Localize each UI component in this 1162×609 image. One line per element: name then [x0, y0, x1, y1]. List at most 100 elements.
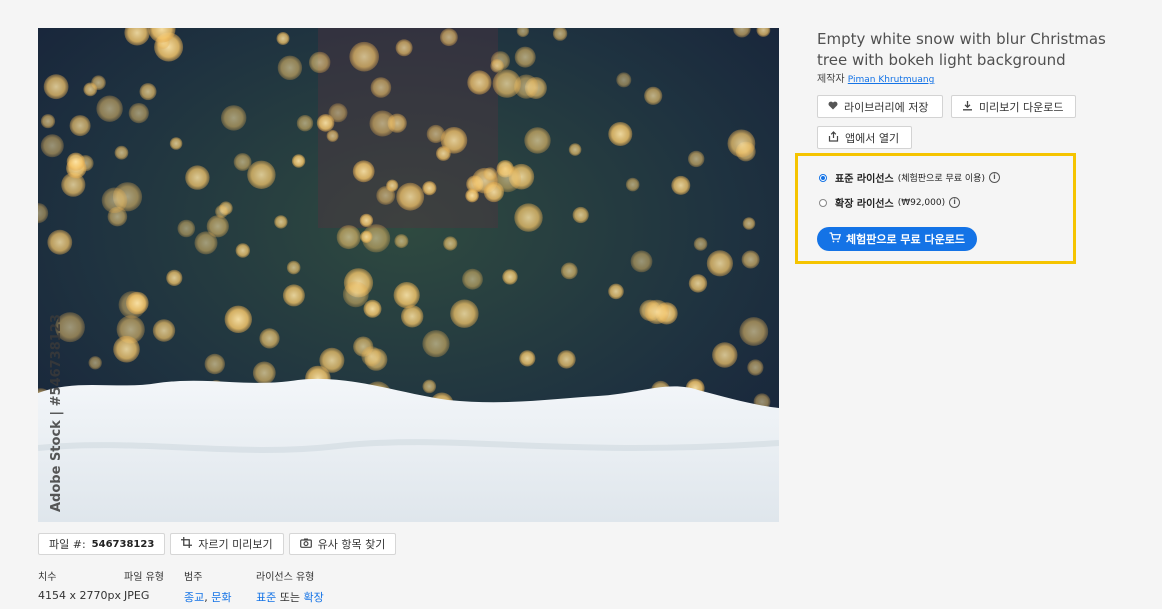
bokeh-light [113, 335, 140, 363]
info-icon[interactable]: i [988, 172, 1000, 183]
bokeh-light [274, 215, 288, 229]
free-trial-download-label: 체험판으로 무료 다운로드 [846, 233, 965, 246]
dimensions-label: 치수 [38, 572, 57, 583]
standard-license-radio[interactable] [819, 173, 827, 182]
file-number-button[interactable]: 파일 #: 546738123 [38, 533, 166, 555]
bokeh-light [336, 225, 361, 250]
bokeh-light [568, 143, 582, 156]
bokeh-light [204, 353, 225, 375]
bokeh-light [644, 86, 663, 105]
bokeh-light [608, 283, 624, 300]
bokeh-light [630, 250, 653, 273]
bokeh-light [493, 165, 522, 193]
crop-preview-button[interactable]: 자르기 미리보기 [170, 533, 284, 555]
bokeh-light [440, 28, 458, 47]
bokeh-light [514, 46, 536, 68]
bokeh-light [422, 181, 437, 196]
bokeh-light [114, 145, 129, 160]
bokeh-light [277, 55, 303, 80]
bokeh-light [693, 237, 708, 251]
author-line: 제작자 Piman Khrutmuang [817, 70, 934, 85]
bokeh-light [401, 305, 424, 328]
meta-category: 범주 종교, 문화 [184, 568, 232, 605]
bokeh-light [83, 82, 98, 97]
bokeh-light [69, 115, 91, 137]
file-number-value: 546738123 [91, 538, 155, 550]
bokeh-light [557, 350, 576, 369]
bokeh-snow-image: Adobe Stock | #546738123 [38, 28, 779, 522]
file-number-label: 파일 #: [49, 538, 86, 551]
category-value: 종교, 문화 [184, 591, 232, 604]
bokeh-light [376, 186, 396, 205]
bokeh-light [342, 281, 369, 308]
standard-license-note: (체험판으로 무료 이용) [897, 174, 985, 184]
bokeh-light [309, 51, 331, 74]
bokeh-light [396, 182, 425, 211]
bokeh-light [47, 229, 73, 255]
asset-preview-image[interactable]: Adobe Stock | #546738123 [38, 28, 779, 522]
category-link-culture[interactable]: 문화 [211, 591, 231, 604]
bokeh-light [169, 137, 183, 150]
bokeh-light [185, 165, 210, 190]
bokeh-light [572, 206, 589, 224]
bokeh-light [359, 213, 374, 228]
bokeh-light [443, 236, 458, 251]
bokeh-light [139, 83, 157, 101]
free-trial-download-button[interactable]: 체험판으로 무료 다운로드 [817, 227, 977, 251]
bokeh-light [524, 127, 551, 154]
bokeh-light [395, 39, 413, 57]
bokeh-light [688, 274, 708, 293]
bokeh-light [616, 72, 632, 88]
bokeh-light [450, 299, 479, 328]
download-preview-label: 미리보기 다운로드 [979, 100, 1064, 114]
bokeh-light [560, 262, 578, 280]
download-preview-button[interactable]: 미리보기 다운로드 [951, 95, 1076, 118]
license-options: 표준 라이선스 (체험판으로 무료 이용) i 확장 라이선스 (₩92,000… [795, 153, 1076, 264]
standard-license-option[interactable]: 표준 라이선스 (체험판으로 무료 이용) i [819, 170, 1000, 185]
bokeh-light [128, 103, 149, 124]
heart-icon [828, 100, 838, 113]
license-link-extended[interactable]: 확장 [304, 591, 324, 604]
bokeh-light [440, 127, 468, 154]
crop-icon [181, 537, 193, 551]
bokeh-light [393, 282, 420, 309]
bokeh-light [88, 356, 102, 370]
bokeh-light [369, 110, 396, 137]
bokeh-light [349, 41, 380, 72]
bokeh-light [282, 284, 305, 307]
crop-preview-label: 자르기 미리보기 [198, 538, 273, 551]
author-link[interactable]: Piman Khrutmuang [848, 75, 935, 85]
bokeh-light [215, 204, 229, 219]
bokeh-light [194, 231, 218, 255]
find-similar-button[interactable]: 유사 항목 찾기 [288, 533, 397, 555]
bokeh-light [747, 359, 764, 376]
bokeh-light [252, 361, 276, 385]
bokeh-light [126, 291, 149, 315]
dimensions-value: 4154 x 2770px [38, 589, 121, 602]
extended-license-price: (₩92,000) [897, 197, 946, 208]
category-link-religion[interactable]: 종교 [184, 591, 204, 604]
bokeh-light [235, 243, 250, 258]
bokeh-light [296, 115, 314, 132]
extended-license-radio[interactable] [819, 198, 827, 207]
info-icon[interactable]: i [949, 197, 961, 208]
bokeh-light [422, 379, 437, 394]
bokeh-light [259, 328, 280, 349]
open-in-app-label: 앱에서 열기 [845, 131, 900, 145]
license-link-standard[interactable]: 표준 [256, 591, 276, 604]
bokeh-light [166, 269, 183, 286]
license-or-text: 또는 [279, 591, 300, 604]
extended-license-option[interactable]: 확장 라이선스 (₩92,000) i [819, 195, 961, 210]
bokeh-light [688, 150, 705, 168]
open-in-app-button[interactable]: 앱에서 열기 [817, 126, 912, 149]
bokeh-light [706, 250, 734, 277]
asset-title: Empty white snow with blur Christmas tre… [817, 30, 1106, 69]
bokeh-light [40, 114, 56, 129]
bokeh-light [96, 95, 123, 122]
bokeh-light [741, 250, 760, 269]
bokeh-light [247, 160, 276, 189]
bokeh-light [370, 77, 392, 98]
bokeh-light [101, 187, 128, 214]
watermark-text: Adobe Stock | #546738123 [49, 314, 64, 512]
save-to-library-button[interactable]: 라이브러리에 저장 [817, 95, 943, 118]
